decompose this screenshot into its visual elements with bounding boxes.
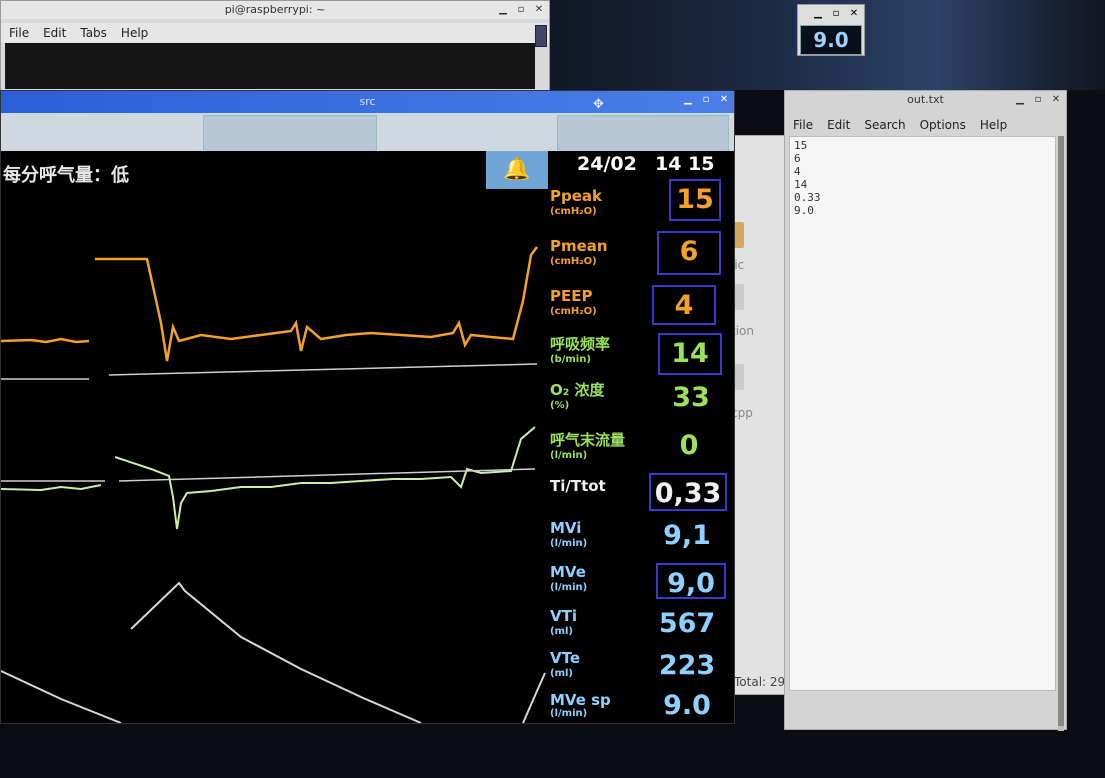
value-display: 9.0	[800, 25, 862, 55]
param-unit-peep: (cmH₂O)	[550, 306, 597, 317]
param-unit-mve: (l/min)	[550, 582, 588, 593]
menu-file[interactable]: File	[793, 115, 813, 135]
param-label-mve-sp: MVe sp	[550, 691, 611, 709]
value-window[interactable]: ▁ ▫ ✕ 9.0	[797, 4, 865, 56]
param-label-ti-ttot: Ti/Ttot	[550, 477, 606, 495]
param-label-peep: PEEP	[550, 287, 593, 305]
param-label-o2: O₂ 浓度	[550, 381, 605, 399]
editor-scrollbar[interactable]	[1058, 136, 1064, 731]
terminal-titlebar[interactable]: pi@raspberrypi: ~ ▁ ▫ ✕	[1, 1, 549, 19]
minimize-icon[interactable]: ▁	[497, 4, 509, 16]
param-value-mve: 9,0	[656, 563, 726, 599]
minimize-icon[interactable]: ▁	[1014, 94, 1026, 106]
param-unit-vte: (ml)	[550, 668, 573, 679]
param-label-ppeak: Ppeak	[550, 187, 603, 205]
flow-waveform	[1, 484, 102, 492]
pressure-waveform	[95, 246, 538, 362]
param-value-ti-ttot: 0,33	[649, 473, 727, 511]
terminal-scrollbar[interactable]	[535, 25, 547, 47]
editor-title: out.txt	[907, 93, 944, 106]
editor-menubar: File Edit Search Options Help	[785, 115, 1066, 135]
monitor-top-button	[557, 115, 729, 153]
editor-line: 4	[794, 165, 801, 178]
menu-help[interactable]: Help	[980, 115, 1007, 135]
terminal-menubar: File Edit Tabs Help	[1, 23, 549, 43]
param-value-end-exp-flow: 0	[679, 430, 699, 461]
menu-options[interactable]: Options	[920, 115, 966, 135]
maximize-icon[interactable]: ▫	[830, 8, 842, 20]
value-window-titlebar[interactable]: ▁ ▫ ✕	[798, 5, 864, 21]
menu-tabs[interactable]: Tabs	[80, 23, 107, 43]
param-value-vti: 567	[658, 608, 716, 639]
editor-text-area[interactable]: 15 6 4 14 0.33 9.0	[789, 136, 1056, 691]
editor-line: 15	[794, 139, 808, 152]
param-unit-vti: (ml)	[550, 626, 573, 637]
param-value-pmean: 6	[657, 231, 721, 275]
maximize-icon[interactable]: ▫	[1032, 94, 1044, 106]
param-label-resp-rate: 呼吸频率	[550, 335, 611, 353]
close-icon[interactable]: ✕	[1050, 94, 1062, 106]
pressure-baseline	[108, 363, 538, 376]
editor-scrollbar-thumb[interactable]	[1058, 136, 1064, 726]
close-icon[interactable]: ✕	[848, 8, 860, 20]
menu-search[interactable]: Search	[864, 115, 905, 135]
editor-line: 0.33	[794, 191, 821, 204]
waveform-panel	[1, 246, 546, 723]
param-unit-mvi: (l/min)	[550, 538, 588, 549]
monitor-top-strip	[1, 113, 734, 153]
minimize-icon[interactable]: ▁	[682, 94, 694, 106]
maximize-icon[interactable]: ▫	[700, 94, 712, 106]
volume-waveform	[1, 670, 122, 723]
minimize-icon[interactable]: ▁	[812, 8, 824, 20]
terminal-window[interactable]: pi@raspberrypi: ~ ▁ ▫ ✕ File Edit Tabs H…	[0, 0, 550, 92]
param-unit-ppeak: (cmH₂O)	[550, 206, 597, 217]
menu-edit[interactable]: Edit	[827, 115, 850, 135]
param-value-mvi: 9,1	[663, 520, 711, 551]
ventilator-monitor: 每分呼气量：低 🔔 24/02 14 15 Ppeak (cmH₂O) 15 P…	[1, 151, 734, 723]
menu-help[interactable]: Help	[121, 23, 148, 43]
close-icon[interactable]: ✕	[718, 94, 730, 106]
param-value-o2: 33	[672, 382, 710, 413]
src-title: src	[359, 95, 376, 108]
param-value-mve-sp: 9.0	[663, 690, 711, 721]
volume-waveform	[522, 672, 546, 723]
monitor-time: 14 15	[655, 153, 715, 175]
maximize-icon[interactable]: ▫	[515, 4, 527, 16]
terminal-title: pi@raspberrypi: ~	[224, 3, 326, 16]
param-label-mvi: MVi	[550, 519, 582, 537]
param-unit-mve-sp: (l/min)	[550, 708, 588, 719]
param-unit-resp-rate: (b/min)	[550, 354, 591, 365]
monitor-date: 24/02	[577, 153, 637, 175]
editor-line: 14	[794, 178, 808, 191]
monitor-top-button	[203, 115, 377, 153]
menu-file[interactable]: File	[9, 23, 29, 43]
volume-waveform	[130, 581, 422, 723]
flow-waveform	[114, 426, 536, 530]
src-titlebar[interactable]: src ✥ ▁ ▫ ✕	[1, 91, 734, 113]
src-video-window[interactable]: src ✥ ▁ ▫ ✕ 每分呼气量：低 🔔 24/02 14 15 Ppeak …	[0, 90, 735, 724]
editor-line: 6	[794, 152, 801, 165]
menu-edit[interactable]: Edit	[43, 23, 66, 43]
param-value-ppeak: 15	[669, 179, 721, 221]
flow-baseline	[118, 468, 536, 482]
param-label-vte: VTe	[550, 649, 581, 667]
param-label-end-exp-flow: 呼气末流量	[550, 431, 626, 449]
terminal-body[interactable]	[5, 43, 535, 89]
param-label-vti: VTi	[550, 607, 577, 625]
param-value-resp-rate: 14	[658, 333, 722, 375]
param-unit-end-exp-flow: (l/min)	[550, 450, 588, 461]
editor-line: 9.0	[794, 204, 814, 217]
param-unit-pmean: (cmH₂O)	[550, 256, 597, 267]
editor-titlebar[interactable]: out.txt ▁ ▫ ✕	[785, 91, 1066, 109]
close-icon[interactable]: ✕	[533, 4, 545, 16]
param-value-peep: 4	[652, 285, 716, 325]
pressure-waveform	[1, 337, 90, 344]
param-unit-o2: (%)	[550, 400, 570, 411]
text-editor-window[interactable]: out.txt ▁ ▫ ✕ File Edit Search Options H…	[784, 90, 1067, 731]
param-label-mve: MVe	[550, 563, 586, 581]
param-label-pmean: Pmean	[550, 237, 608, 255]
param-value-vte: 223	[658, 650, 716, 681]
